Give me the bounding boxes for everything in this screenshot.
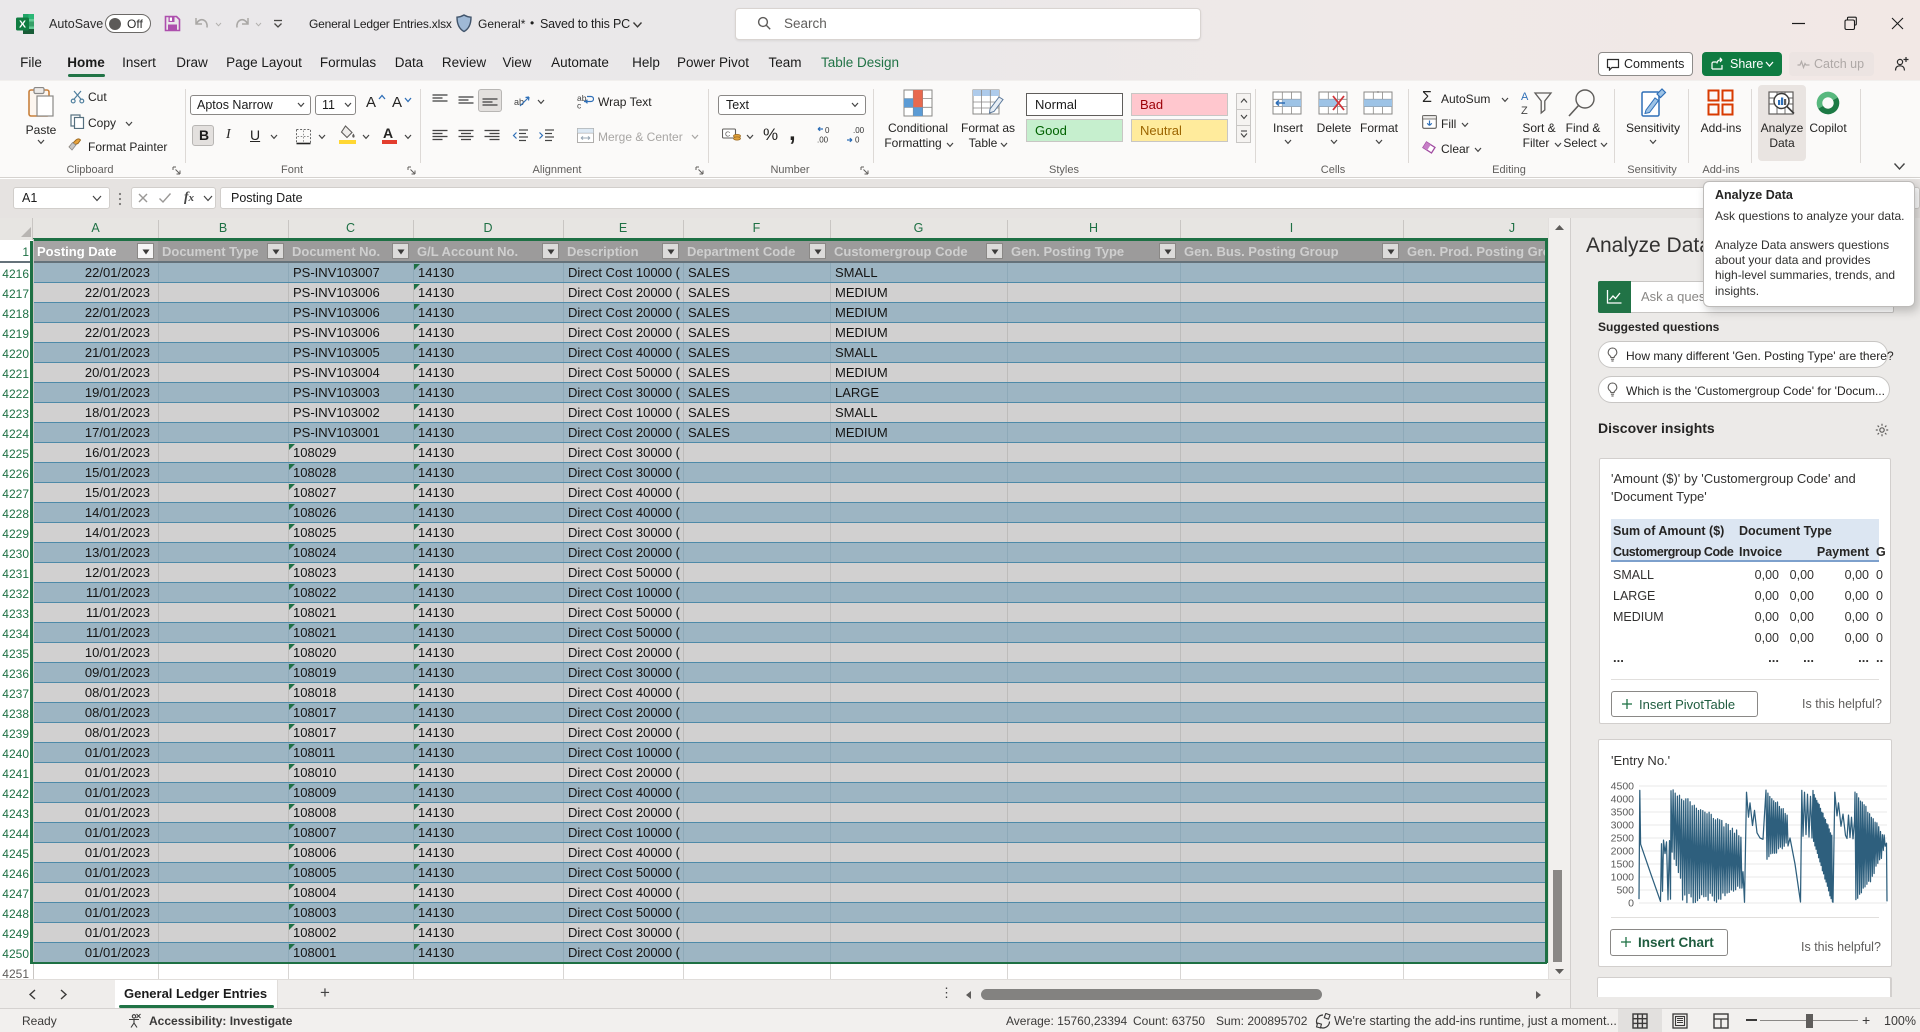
svg-text:3000: 3000 bbox=[1611, 820, 1635, 832]
svg-text:0: 0 bbox=[855, 136, 860, 145]
svg-text:0: 0 bbox=[1628, 898, 1634, 910]
svg-text:C: C bbox=[725, 130, 731, 139]
svg-text:4500: 4500 bbox=[1611, 781, 1635, 793]
svg-text:2500: 2500 bbox=[1611, 833, 1635, 845]
svg-text:A: A bbox=[1521, 91, 1529, 103]
svg-text:1000: 1000 bbox=[1611, 872, 1635, 884]
svg-text:X: X bbox=[19, 18, 26, 30]
svg-text:500: 500 bbox=[1616, 885, 1634, 897]
svg-text:0: 0 bbox=[825, 126, 830, 135]
svg-text:4000: 4000 bbox=[1611, 794, 1635, 806]
svg-text:.00: .00 bbox=[817, 136, 829, 145]
svg-text:ab: ab bbox=[514, 97, 524, 107]
svg-text:1500: 1500 bbox=[1611, 859, 1635, 871]
svg-text:Z: Z bbox=[1521, 105, 1528, 117]
svg-text:.00: .00 bbox=[853, 126, 865, 135]
svg-text:2000: 2000 bbox=[1611, 846, 1635, 858]
svg-text:3500: 3500 bbox=[1611, 807, 1635, 819]
